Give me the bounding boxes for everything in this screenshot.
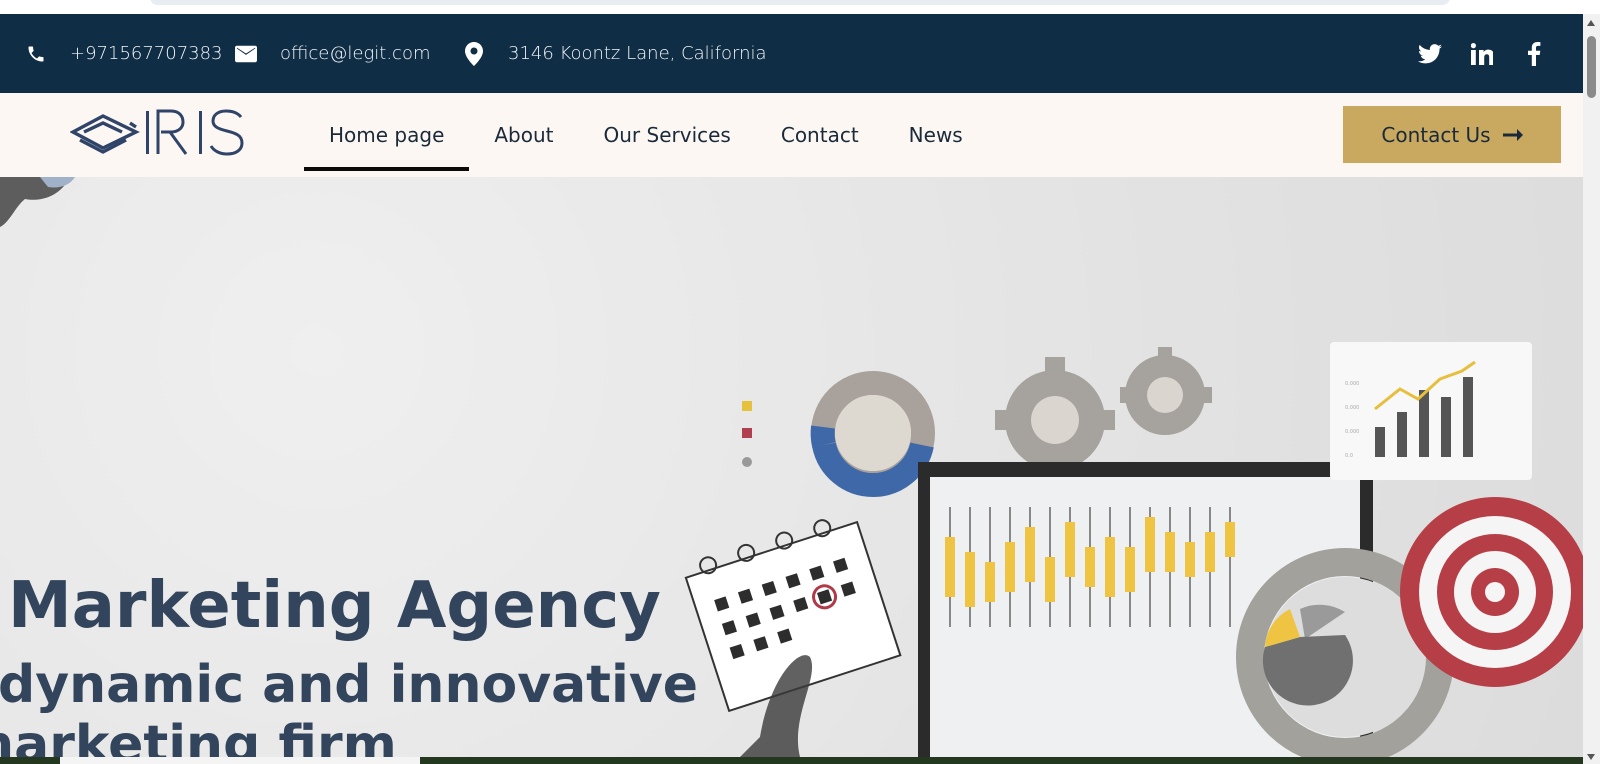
nav-news[interactable]: News	[909, 123, 963, 147]
twitter-icon[interactable]	[1418, 42, 1442, 66]
svg-text:0.000: 0.000	[1345, 405, 1359, 411]
hero-title: Marketing Agency	[8, 569, 661, 643]
iris-logo[interactable]	[69, 105, 245, 160]
map-pin-icon	[462, 41, 486, 66]
svg-text:0.0: 0.0	[1345, 453, 1353, 459]
nav-links: Home page About Our Services Contact New…	[303, 93, 1013, 177]
contact-topbar: +971567707383 office@legit.com 3146 Koon…	[0, 14, 1583, 93]
hero-subtitle-line2: marketing firm	[0, 715, 397, 757]
svg-text:0.000: 0.000	[1345, 429, 1359, 435]
scroll-up-arrow-icon[interactable]	[1587, 20, 1595, 26]
hero-banner: 0.000 0.000 0.000 0.0 Marketing Agency d…	[0, 177, 1583, 757]
contact-us-label: Contact Us	[1381, 122, 1491, 147]
social-links	[1418, 14, 1546, 93]
nav-our-services[interactable]: Our Services	[604, 123, 731, 147]
nav-contact[interactable]: Contact	[781, 123, 859, 147]
nav-about[interactable]: About	[494, 123, 553, 147]
next-section-peek	[0, 757, 1583, 764]
contact-us-button[interactable]: Contact Us	[1343, 106, 1561, 163]
hero-subtitle-line1: dynamic and innovative	[0, 655, 699, 715]
address-contact: 3146 Koontz Lane, California	[462, 14, 767, 93]
phone-icon	[24, 42, 48, 66]
scroll-thumb[interactable]	[1587, 36, 1596, 98]
address-bar-edge	[150, 0, 1450, 5]
phone-contact[interactable]: +971567707383	[24, 14, 223, 93]
envelope-icon	[234, 42, 258, 66]
street-address: 3146 Koontz Lane, California	[508, 43, 767, 64]
linkedin-icon[interactable]	[1470, 42, 1494, 66]
phone-number: +971567707383	[70, 43, 223, 64]
email-contact[interactable]: office@legit.com	[234, 14, 431, 93]
svg-text:0.000: 0.000	[1345, 381, 1359, 387]
email-address: office@legit.com	[280, 43, 431, 64]
nav-home[interactable]: Home page	[303, 123, 470, 171]
main-navbar: Home page About Our Services Contact New…	[0, 93, 1583, 177]
browser-top-strip	[0, 0, 1600, 14]
page-scrollbar[interactable]	[1583, 14, 1600, 764]
arrow-right-icon	[1502, 123, 1523, 147]
scroll-down-arrow-icon[interactable]	[1587, 754, 1595, 760]
next-section-card-edge	[60, 757, 420, 764]
facebook-icon[interactable]	[1522, 41, 1546, 66]
